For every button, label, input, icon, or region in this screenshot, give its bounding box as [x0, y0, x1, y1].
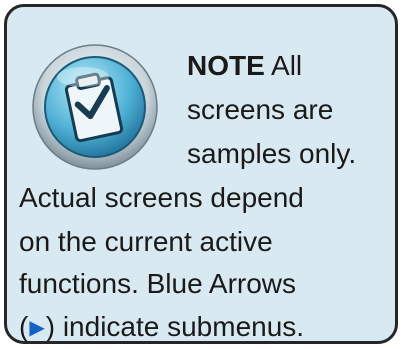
- note-line-1: NOTE All: [187, 47, 302, 85]
- paren-open: (: [19, 311, 29, 342]
- note-line-7: (▶) indicate submenus.: [19, 308, 305, 342]
- note-line-1-rest: All: [264, 50, 303, 81]
- blue-arrow-icon: ▶: [29, 317, 45, 339]
- note-line-7-rest: ) indicate submenus.: [45, 311, 305, 342]
- note-card: NOTE All screens are samples only. Actua…: [4, 4, 398, 344]
- note-line-3: samples only.: [187, 138, 357, 169]
- note-line-4: Actual screens depend: [19, 182, 304, 213]
- note-label: NOTE: [187, 50, 265, 81]
- note-line-6: functions. Blue Arrows: [19, 268, 297, 299]
- note-line-2: screens are: [187, 94, 334, 125]
- note-text: NOTE All screens are samples only. Actua…: [7, 7, 395, 341]
- note-line-5: on the current active: [19, 226, 273, 257]
